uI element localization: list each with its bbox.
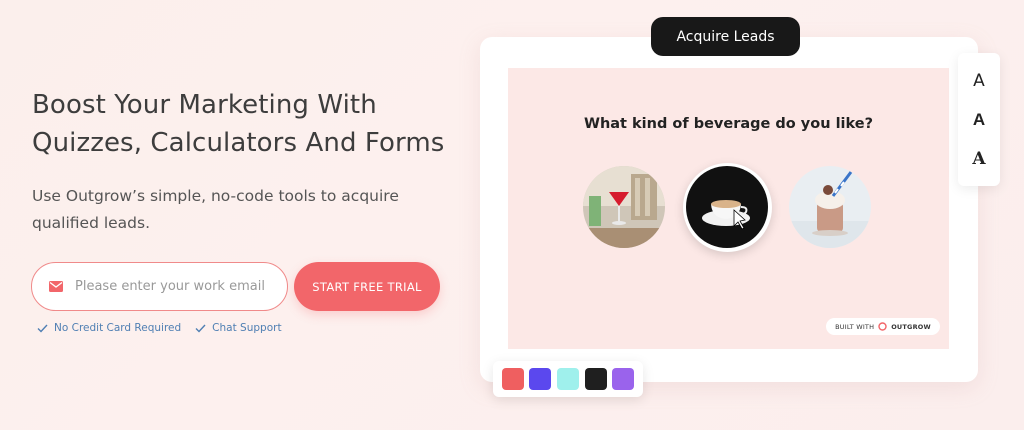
font-option-3[interactable]: A [972,149,985,169]
color-palette [493,361,643,397]
feature-no-credit-card: No Credit Card Required [37,322,181,334]
font-option-2[interactable]: A [973,110,985,130]
built-with-brand: OUTGROW [891,322,931,331]
color-swatch-purple[interactable] [612,368,635,390]
coffee-image [686,166,768,248]
start-free-trial-button[interactable]: START FREE TRIAL [294,262,440,311]
mail-icon [49,281,63,292]
font-option-1[interactable]: A [973,71,985,91]
built-with-prefix: BUILT WITH [835,322,875,331]
feature-chat-support: Chat Support [195,322,282,334]
hero-title: Boost Your Marketing With Quizzes, Calcu… [32,90,445,158]
option-coffee[interactable] [686,166,768,248]
outgrow-logo-icon [878,322,887,331]
feature-label: No Credit Card Required [54,322,182,334]
color-swatch-red[interactable] [501,368,524,390]
check-icon [37,324,48,333]
feature-list: No Credit Card Required Chat Support [37,322,282,334]
email-input[interactable] [75,279,270,294]
check-icon [195,324,206,333]
color-swatch-black[interactable] [584,368,607,390]
hero-subtitle: Use Outgrow’s simple, no-code tools to a… [32,187,399,232]
milkshake-image [789,166,871,248]
option-milkshake[interactable] [789,166,871,248]
color-swatch-blue[interactable] [529,368,552,390]
option-cocktail[interactable] [583,166,665,248]
feature-label: Chat Support [212,322,282,334]
color-swatch-aqua[interactable] [556,368,579,390]
cocktail-image [583,166,665,248]
email-field-wrapper[interactable] [31,262,288,311]
quiz-question: What kind of beverage do you like? [583,116,874,132]
acquire-leads-pill: Acquire Leads [651,17,800,56]
built-with-badge[interactable]: BUILT WITH OUTGROW [826,318,940,335]
font-picker: A A A [958,53,1000,186]
